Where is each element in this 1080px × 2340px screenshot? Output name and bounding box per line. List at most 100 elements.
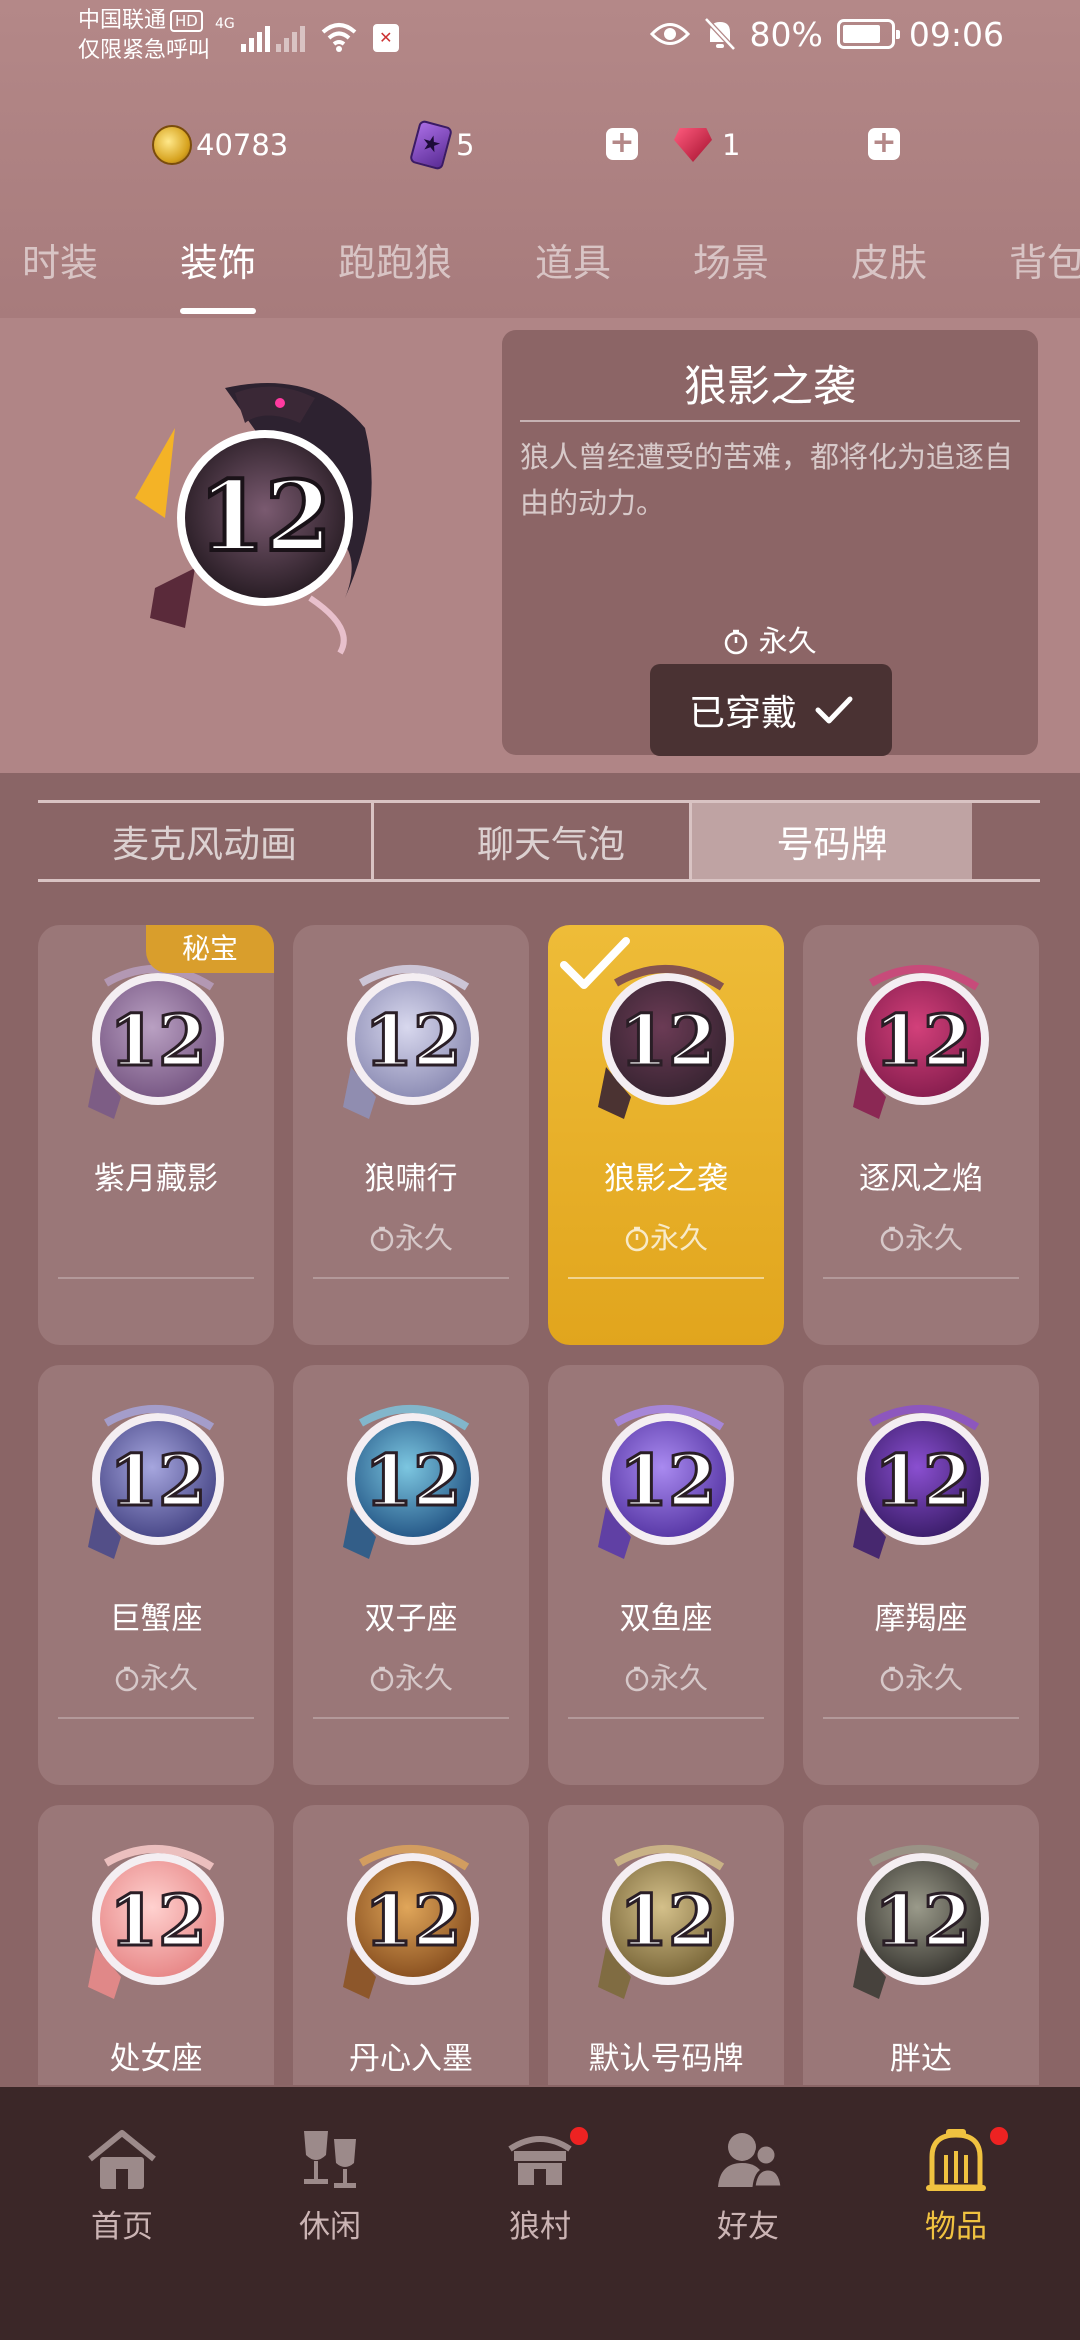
badge-number: 12 <box>109 999 206 1082</box>
number-plate-badge-image: 12 <box>343 1404 479 1559</box>
item-card[interactable]: 12 处女座 <box>38 1805 274 2085</box>
card-divider <box>823 1717 1019 1719</box>
preview-badge-number: 12 <box>198 460 332 573</box>
card-divider <box>58 1277 254 1279</box>
item-card[interactable]: 12 丹心入墨 <box>293 1805 529 2085</box>
nav-items[interactable]: 物品 <box>886 2125 1026 2255</box>
number-plate-badge-image: 12 <box>853 1844 989 1999</box>
subtab-mic-animation[interactable]: 麦克风动画 <box>38 803 371 879</box>
item-name: 摩羯座 <box>874 1601 968 1637</box>
tab-backpack[interactable]: 背包 <box>1009 232 1080 287</box>
timer-icon <box>370 1666 394 1692</box>
item-name: 双子座 <box>364 1601 458 1637</box>
number-plate-badge-image: 12 <box>853 1404 989 1559</box>
friends-icon <box>718 2133 784 2189</box>
item-duration: 永久 <box>293 1215 529 1257</box>
tab-scene[interactable]: 场景 <box>693 232 769 287</box>
item-card[interactable]: 12 胖达 <box>803 1805 1039 2085</box>
tab-decoration[interactable]: 装饰 <box>180 232 256 287</box>
add-card-button[interactable]: + <box>606 128 638 160</box>
nav-friends[interactable]: 好友 <box>678 2125 818 2255</box>
add-gem-button[interactable]: + <box>868 128 900 160</box>
item-card[interactable]: 12 双鱼座 永久 <box>548 1365 784 1785</box>
card-divider <box>568 1277 764 1279</box>
signal-strength-2-icon <box>275 26 305 52</box>
item-card[interactable]: 12 逐风之焰 永久 <box>803 925 1039 1345</box>
item-duration: 永久 <box>803 1215 1039 1257</box>
gem-count: 1 <box>722 128 741 162</box>
carrier-name: 中国联通 <box>78 8 167 33</box>
selected-check-icon <box>560 937 630 989</box>
badge-number: 12 <box>619 1879 716 1962</box>
item-card[interactable]: 12 狼啸行 永久 <box>293 925 529 1345</box>
badge-number: 12 <box>364 1879 461 1962</box>
card-count: 5 <box>456 128 475 162</box>
badge-number: 12 <box>874 999 971 1082</box>
title-divider <box>520 420 1020 422</box>
item-name: 双鱼座 <box>619 1601 713 1637</box>
item-duration-text: 永久 <box>139 1661 198 1695</box>
items-notification-dot <box>988 2125 1010 2147</box>
timer-icon <box>370 1226 394 1252</box>
badge-number: 12 <box>874 1439 971 1522</box>
gem-balance: 1 <box>674 120 740 170</box>
tab-fashion[interactable]: 时装 <box>22 232 98 287</box>
number-plate-badge-image: 12 <box>853 964 989 1119</box>
number-plate-badge-image: 12 <box>88 1404 224 1559</box>
badge-number: 12 <box>109 1439 206 1522</box>
nav-home[interactable]: 首页 <box>52 2125 192 2255</box>
card-divider <box>823 1277 1019 1279</box>
card-divider <box>313 1717 509 1719</box>
tab-running-wolf[interactable]: 跑跑狼 <box>338 232 452 287</box>
category-tabs: 时装 装饰 跑跑狼 道具 场景 皮肤 背包 <box>0 232 1080 314</box>
badge-number: 12 <box>874 1879 971 1962</box>
badge-number: 12 <box>109 1879 206 1962</box>
nav-leisure[interactable]: 休闲 <box>260 2125 400 2255</box>
gem-icon <box>674 128 712 162</box>
nav-village-label: 狼村 <box>509 2209 571 2245</box>
item-name: 狼影之袭 <box>604 1161 728 1197</box>
badge-number: 12 <box>364 999 461 1082</box>
item-card[interactable]: 12 巨蟹座永久 <box>38 1365 274 1785</box>
preview-badge-image: 12 <box>135 383 372 655</box>
number-plate-badge-image: 12 <box>343 964 479 1119</box>
status-bar: 中国联通 HD 仅限紧急呼叫 4G ✕ 80% 09:06 <box>0 0 1080 75</box>
village-notification-dot <box>568 2125 590 2147</box>
item-name: 默认号码牌 <box>588 2041 744 2077</box>
item-card[interactable]: 12 秘宝紫月藏影 <box>38 925 274 1345</box>
item-name: 巨蟹座 <box>109 1601 203 1637</box>
signal-icons: 4G ✕ <box>215 16 399 52</box>
tab-skin[interactable]: 皮肤 <box>851 232 927 287</box>
checkmark-icon <box>815 696 853 724</box>
item-duration: 永久 <box>293 1655 529 1697</box>
item-info-panel: 狼影之袭 狼人曾经遭受的苦难，都将化为追逐自由的动力。 永久 已穿戴 <box>502 330 1038 756</box>
number-plate-badge-image: 12 <box>343 1844 479 1999</box>
item-card[interactable]: 12 双子座永久 <box>293 1365 529 1785</box>
sub-tabs: 麦克风动画 聊天气泡 号码牌 <box>38 800 1040 882</box>
item-card[interactable]: 12 狼影之袭 永久 <box>548 925 784 1345</box>
item-card[interactable]: 12 摩羯座 永久 <box>803 1365 1039 1785</box>
nav-village[interactable]: 狼村 <box>470 2125 610 2255</box>
item-card[interactable]: 12 默认号码牌 <box>548 1805 784 2085</box>
worn-button[interactable]: 已穿戴 <box>650 664 892 756</box>
item-preview: 12 狼影之袭 狼人曾经遭受的苦难，都将化为追逐自由的动力。 永久 已穿戴 <box>0 318 1080 773</box>
battery-icon <box>836 19 900 49</box>
timer-icon <box>725 629 748 655</box>
number-plate-badge-image: 12 <box>598 1404 734 1559</box>
timer-icon <box>115 1666 139 1692</box>
secret-treasure-tag: 秘宝 <box>146 925 274 973</box>
battery-percent: 80% <box>749 14 823 54</box>
subtab-chat-bubble[interactable]: 聊天气泡 <box>374 803 728 879</box>
clock: 09:06 <box>908 14 1004 54</box>
subtab-number-plate[interactable]: 号码牌 <box>692 803 972 879</box>
timer-icon <box>880 1666 904 1692</box>
worn-button-label: 已穿戴 <box>688 693 797 734</box>
home-icon <box>88 2130 156 2189</box>
item-duration: 永久 <box>502 618 1038 660</box>
carrier-info: 中国联通 HD 仅限紧急呼叫 <box>78 6 210 66</box>
items-icon <box>926 2129 986 2191</box>
item-duration-text: 永久 <box>649 1221 708 1255</box>
network-type: 4G <box>215 16 235 32</box>
tab-props[interactable]: 道具 <box>535 232 611 287</box>
item-name: 紫月藏影 <box>94 1161 218 1197</box>
